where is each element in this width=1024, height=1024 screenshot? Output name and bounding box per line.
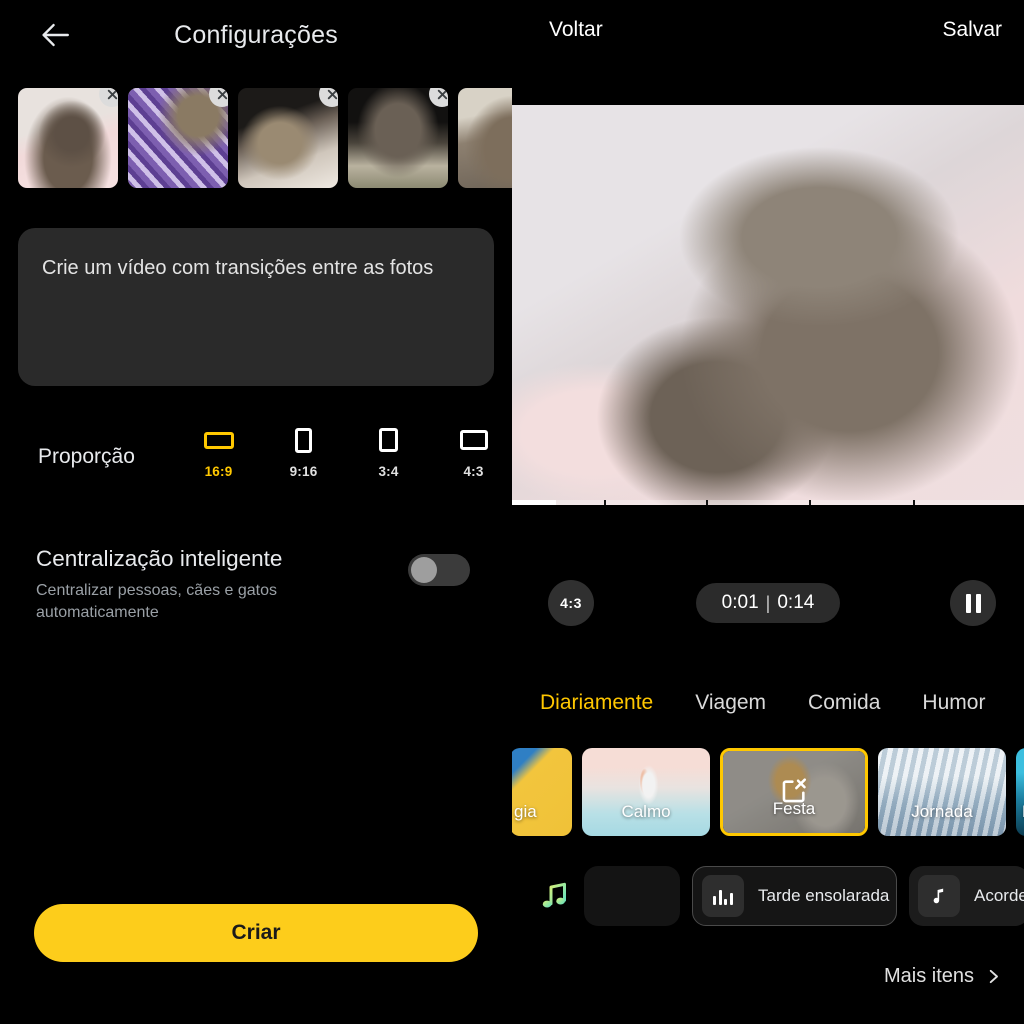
music-track-list: Tarde ensolarada Acorde (512, 862, 1024, 930)
total-time: 0:14 (777, 592, 815, 613)
style-card-image (582, 748, 710, 836)
portrait-tall-icon (379, 425, 398, 455)
music-chip-label: Tarde ensolarada (758, 886, 890, 905)
style-card-label: Bris (1016, 802, 1024, 822)
style-card-jornada[interactable]: Jornada (878, 748, 1006, 836)
prompt-input[interactable]: Crie um vídeo com transições entre as fo… (18, 228, 494, 386)
style-card-label: gia (514, 802, 537, 821)
edit-square-icon (780, 777, 808, 805)
style-card-energia[interactable]: gia (512, 748, 572, 836)
music-note-icon (918, 875, 960, 917)
video-progress-bar[interactable] (512, 500, 1024, 505)
proportion-option-3-4[interactable]: 3:4 (346, 425, 431, 479)
style-card-image (1016, 748, 1024, 836)
video-preview[interactable] (512, 105, 1024, 505)
time-display[interactable]: 0:01 | 0:14 (696, 583, 840, 623)
pause-bar (975, 593, 981, 613)
prompt-text: Crie um vídeo com transições entre as fo… (42, 257, 434, 279)
pause-bar (965, 593, 971, 613)
style-card-list: gia Calmo Festa Jornada (512, 748, 1024, 836)
proportion-option-9-16[interactable]: 9:16 (261, 425, 346, 479)
photo-thumbnail[interactable] (18, 88, 118, 188)
landscape-wide-icon (203, 425, 234, 455)
preview-header: Voltar Salvar (512, 0, 1024, 65)
proportion-label: Proporção (38, 445, 135, 468)
page-title: Configurações (174, 20, 338, 49)
style-card-brisa[interactable]: Bris (1016, 748, 1024, 836)
smart-centering-toggle[interactable] (408, 554, 470, 586)
more-items-label: Mais itens (883, 965, 974, 987)
save-button[interactable]: Salvar (942, 18, 1002, 42)
photo-thumbnail[interactable] (348, 88, 448, 188)
style-card-image (512, 748, 572, 836)
time-separator: | (765, 592, 771, 613)
photo-thumbnail[interactable] (238, 88, 338, 188)
video-progress-fill (512, 500, 556, 505)
proportion-options: 16:9 9:16 3:4 4:3 (176, 425, 516, 479)
playback-controls: 4:3 0:01 | 0:14 (512, 580, 1024, 626)
preview-panel: Voltar Salvar 4:3 0:01 | 0:14 Diariament… (512, 0, 1024, 1024)
proportion-section: Proporção 16:9 9:16 3:4 4:3 (0, 425, 512, 495)
style-card-calmo[interactable]: Calmo (582, 748, 710, 836)
create-button[interactable]: Criar (34, 904, 478, 962)
style-card-label: Calmo (621, 802, 671, 821)
music-chip-blank[interactable] (584, 866, 680, 926)
progress-segment-divider (809, 500, 811, 505)
tab-diariamente[interactable]: Diariamente (540, 691, 653, 715)
chevron-right-icon (989, 969, 998, 984)
more-items-link[interactable]: Mais itens (884, 965, 1002, 988)
music-chip-label: Acorde (974, 886, 1024, 905)
equalizer-icon (702, 875, 744, 917)
proportion-option-label: 16:9 (204, 464, 233, 479)
proportion-option-4-3[interactable]: 4:3 (431, 425, 516, 479)
ratio-badge[interactable]: 4:3 (548, 580, 594, 626)
portrait-icon (295, 425, 312, 455)
app-screen: Configurações Crie um vídeo com transiçõ… (0, 0, 1024, 1024)
style-card-image (878, 748, 1006, 836)
music-chip-tarde-ensolarada[interactable]: Tarde ensolarada (692, 866, 897, 926)
style-card-label: Jornada (911, 802, 973, 821)
music-note-icon[interactable] (536, 878, 572, 914)
arrow-left-icon[interactable] (36, 16, 74, 54)
proportion-option-16-9[interactable]: 16:9 (176, 425, 261, 479)
video-frame-image (512, 105, 1024, 505)
proportion-option-label: 4:3 (463, 464, 484, 479)
current-time: 0:01 (721, 592, 759, 613)
category-tabs: Diariamente Viagem Comida Humor (512, 682, 1024, 724)
progress-segment-divider (604, 500, 606, 505)
photo-thumbnail-strip[interactable] (0, 88, 512, 188)
progress-segment-divider (913, 500, 915, 505)
landscape-icon (459, 425, 488, 455)
back-button[interactable]: Voltar (549, 18, 603, 42)
equalizer-bars (713, 888, 733, 905)
ratio-badge-label: 4:3 (560, 595, 582, 611)
settings-header: Configurações (0, 0, 512, 70)
proportion-option-label: 3:4 (378, 464, 399, 479)
smart-centering-title: Centralização inteligente (36, 546, 283, 571)
proportion-option-label: 9:16 (289, 464, 318, 479)
music-chip-acorde[interactable]: Acorde (909, 866, 1024, 926)
tab-viagem[interactable]: Viagem (695, 691, 766, 715)
toggle-knob (411, 557, 437, 583)
progress-segment-divider (706, 500, 708, 505)
tab-comida[interactable]: Comida (808, 691, 880, 715)
photo-thumbnail[interactable] (128, 88, 228, 188)
photo-thumbnail[interactable] (458, 88, 512, 188)
create-button-label: Criar (231, 921, 281, 944)
settings-panel: Configurações Crie um vídeo com transiçõ… (0, 0, 512, 1024)
style-card-festa[interactable]: Festa (720, 748, 868, 836)
pause-icon[interactable] (950, 580, 996, 626)
tab-humor[interactable]: Humor (922, 691, 985, 715)
smart-centering-subtitle: Centralizar pessoas, cães e gatos automa… (36, 582, 278, 621)
